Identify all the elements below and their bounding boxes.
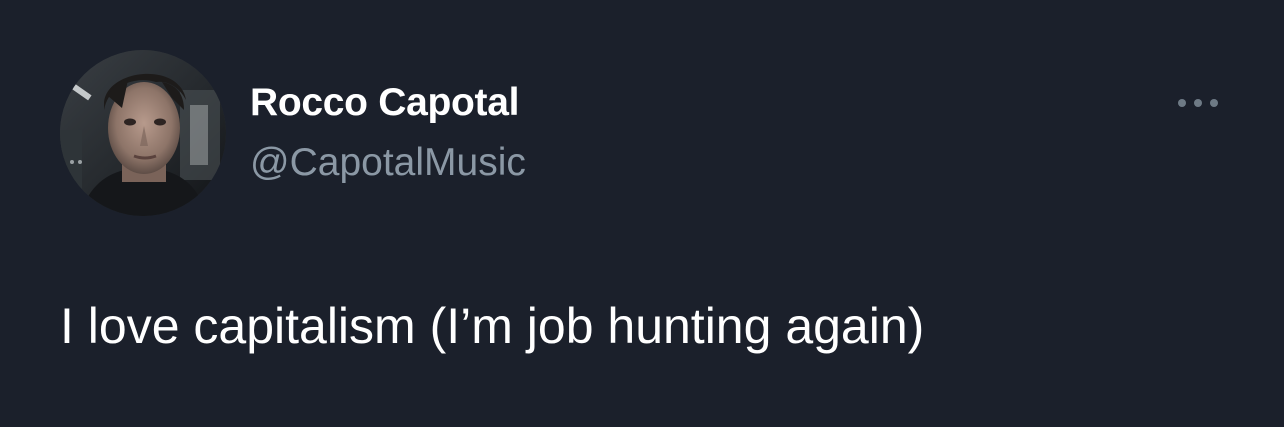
author-display-name[interactable]: Rocco Capotal — [250, 80, 519, 126]
profile-photo-icon — [60, 50, 226, 216]
tweet-card: Rocco Capotal @CapotalMusic I love capit… — [0, 0, 1284, 427]
more-horizontal-icon — [1178, 99, 1218, 107]
author-handle[interactable]: @CapotalMusic — [250, 140, 526, 186]
more-options-button[interactable] — [1170, 86, 1226, 120]
avatar[interactable] — [60, 50, 226, 216]
tweet-text: I love capitalism (I’m job hunting again… — [60, 298, 925, 354]
